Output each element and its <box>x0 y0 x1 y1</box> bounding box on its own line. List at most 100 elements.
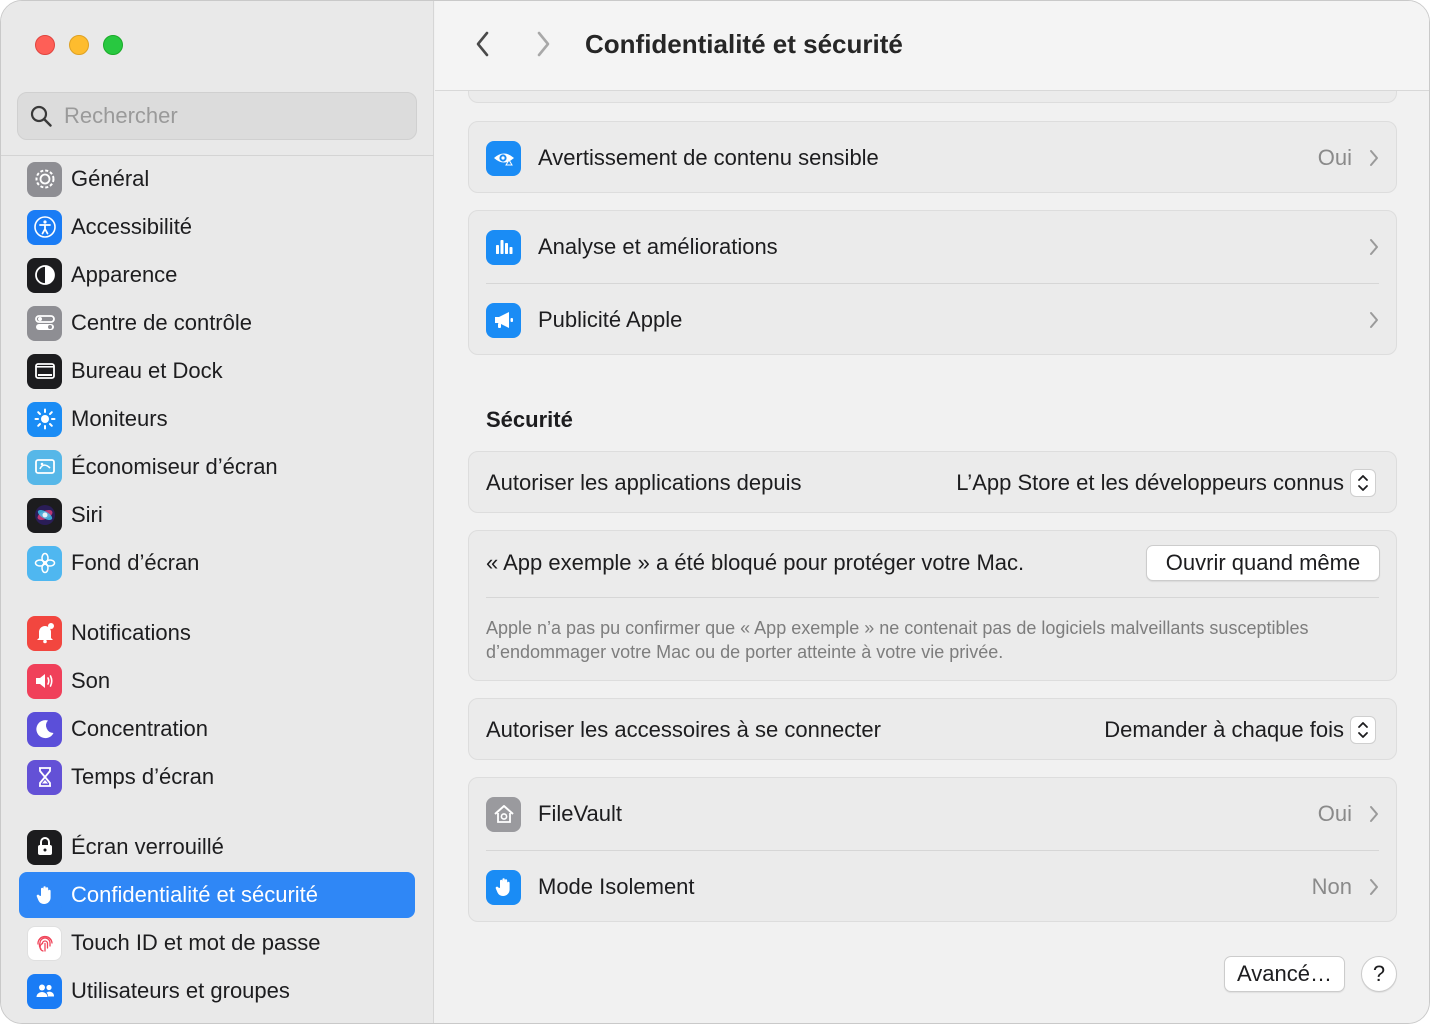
sensitive-content-card: Avertissement de contenu sensible Oui <box>468 121 1397 193</box>
sidebar-item-displays[interactable]: Moniteurs <box>19 396 415 442</box>
sidebar-item-label: Général <box>71 166 150 191</box>
sidebar-item-label: Moniteurs <box>71 406 168 431</box>
sidebar-item-label: Touch ID et mot de passe <box>71 930 321 955</box>
toolbar: Confidentialité et sécurité <box>435 1 1429 91</box>
settings-window: Général Accessibilité Apparence Centre d… <box>0 0 1430 1024</box>
chevron-right-icon <box>1370 312 1378 328</box>
sidebar-item-lock-screen[interactable]: Écran verrouillé <box>19 824 415 870</box>
row-divider <box>486 597 1379 598</box>
sidebar-item-appearance[interactable]: Apparence <box>19 252 415 298</box>
siri-icon <box>27 497 62 533</box>
users-icon <box>27 973 62 1009</box>
sidebar-item-general[interactable]: Général <box>19 156 415 202</box>
megaphone-icon <box>486 302 521 338</box>
wallpaper-icon <box>27 545 62 581</box>
sidebar-item-label: Écran verrouillé <box>71 834 224 859</box>
back-button[interactable] <box>468 29 498 59</box>
sidebar-item-control-center[interactable]: Centre de contrôle <box>19 300 415 346</box>
search-field[interactable] <box>17 92 417 140</box>
sidebar-item-label: Bureau et Dock <box>71 358 223 383</box>
desktop-dock-icon <box>27 353 62 389</box>
close-button[interactable] <box>35 35 55 55</box>
sidebar-item-users-groups[interactable]: Utilisateurs et groupes <box>19 968 415 1014</box>
control-center-icon <box>27 305 62 341</box>
allow-apps-card: Autoriser les applications depuis L’App … <box>468 451 1397 513</box>
sidebar-item-notifications[interactable]: Notifications <box>19 610 415 656</box>
security-section-title: Sécurité <box>486 407 573 432</box>
chevron-left-icon <box>476 31 489 57</box>
sidebar-item-touch-id[interactable]: Touch ID et mot de passe <box>19 920 415 966</box>
sensitive-content-label: Avertissement de contenu sensible <box>538 145 879 170</box>
sidebar-item-accessibility[interactable]: Accessibilité <box>19 204 415 250</box>
lockdown-row[interactable]: Mode Isolement Non <box>469 851 1396 923</box>
open-anyway-button[interactable]: Ouvrir quand même <box>1146 545 1380 581</box>
sidebar-item-label: Apparence <box>71 262 178 287</box>
bar-chart-icon <box>486 229 521 265</box>
sidebar-item-label: Accessibilité <box>71 214 193 239</box>
sidebar-item-focus[interactable]: Concentration <box>19 706 415 752</box>
chevron-right-icon <box>1370 239 1378 255</box>
filevault-label: FileVault <box>538 801 622 826</box>
sidebar-item-label: Notifications <box>71 620 191 645</box>
search-input[interactable] <box>64 103 384 129</box>
sidebar-item-label: Utilisateurs et groupes <box>71 978 290 1003</box>
window-controls <box>35 35 123 55</box>
allow-apps-row: Autoriser les applications depuis L’App … <box>469 452 1396 514</box>
blocked-app-card: « App exemple » a été bloqué pour protég… <box>468 530 1397 681</box>
chevron-right-icon <box>1370 806 1378 822</box>
hand-icon <box>486 869 521 905</box>
apple-ads-label: Publicité Apple <box>538 307 683 332</box>
screensaver-icon <box>27 449 62 485</box>
analytics-row[interactable]: Analyse et améliorations <box>469 211 1396 283</box>
appearance-icon <box>27 257 62 293</box>
chevron-right-icon <box>1370 150 1378 166</box>
house-lock-icon <box>486 796 521 832</box>
apple-ads-row[interactable]: Publicité Apple <box>469 284 1396 356</box>
sensitive-content-row[interactable]: Avertissement de contenu sensible Oui <box>469 122 1396 194</box>
moon-icon <box>27 711 62 747</box>
sidebar: Général Accessibilité Apparence Centre d… <box>1 1 434 1023</box>
analytics-ads-card: Analyse et améliorations Publicité Apple <box>468 210 1397 355</box>
lockdown-label: Mode Isolement <box>538 874 695 899</box>
chevron-right-icon <box>537 31 550 57</box>
up-down-chevron-icon <box>1350 469 1376 497</box>
chevron-right-icon <box>1370 879 1378 895</box>
zoom-button[interactable] <box>103 35 123 55</box>
sidebar-item-sound[interactable]: Son <box>19 658 415 704</box>
sidebar-item-wallpaper[interactable]: Fond d’écran <box>19 540 415 586</box>
page-title: Confidentialité et sécurité <box>585 29 903 59</box>
accessories-card: Autoriser les accessoires à se connecter… <box>468 698 1397 760</box>
hourglass-icon <box>27 759 62 795</box>
sidebar-item-desktop-dock[interactable]: Bureau et Dock <box>19 348 415 394</box>
accessories-value: Demander à chaque fois <box>1104 717 1344 742</box>
accessories-popup[interactable]: Demander à chaque fois <box>1104 716 1376 744</box>
sidebar-item-label: Temps d’écran <box>71 764 215 789</box>
minimize-button[interactable] <box>69 35 89 55</box>
sensitive-content-value: Oui <box>1317 145 1352 170</box>
allow-apps-popup[interactable]: L’App Store et les développeurs connus <box>956 469 1376 497</box>
sidebar-item-screen-time[interactable]: Temps d’écran <box>19 754 415 800</box>
blocked-app-description: Apple n’a pas pu confirmer que « App exe… <box>486 618 1309 662</box>
sidebar-item-label: Son <box>71 668 111 693</box>
sidebar-item-label: Centre de contrôle <box>71 310 252 335</box>
sidebar-item-screensaver[interactable]: Économiseur d’écran <box>19 444 415 490</box>
bell-icon <box>27 615 62 651</box>
accessories-label: Autoriser les accessoires à se connecter <box>486 717 881 742</box>
forward-button[interactable] <box>528 29 558 59</box>
sidebar-item-privacy-security[interactable]: Confidentialité et sécurité <box>19 872 415 918</box>
gear-icon <box>27 161 62 197</box>
accessories-row: Autoriser les accessoires à se connecter… <box>469 699 1396 761</box>
advanced-button[interactable]: Avancé… <box>1224 956 1345 992</box>
speaker-icon <box>27 663 62 699</box>
sidebar-item-label: Économiseur d’écran <box>71 454 278 479</box>
eye-warning-icon <box>486 140 521 176</box>
filevault-row[interactable]: FileVault Oui <box>469 778 1396 850</box>
sidebar-item-siri[interactable]: Siri <box>19 492 415 538</box>
sidebar-item-label: Siri <box>71 502 103 527</box>
help-button[interactable]: ? <box>1361 956 1397 992</box>
blocked-app-message: « App exemple » a été bloqué pour protég… <box>486 550 1025 575</box>
fingerprint-icon <box>27 925 62 961</box>
hand-icon <box>27 877 62 913</box>
content-pane: Confidentialité et sécurité Avertissemen… <box>435 1 1429 1023</box>
sidebar-item-label: Concentration <box>71 716 208 741</box>
